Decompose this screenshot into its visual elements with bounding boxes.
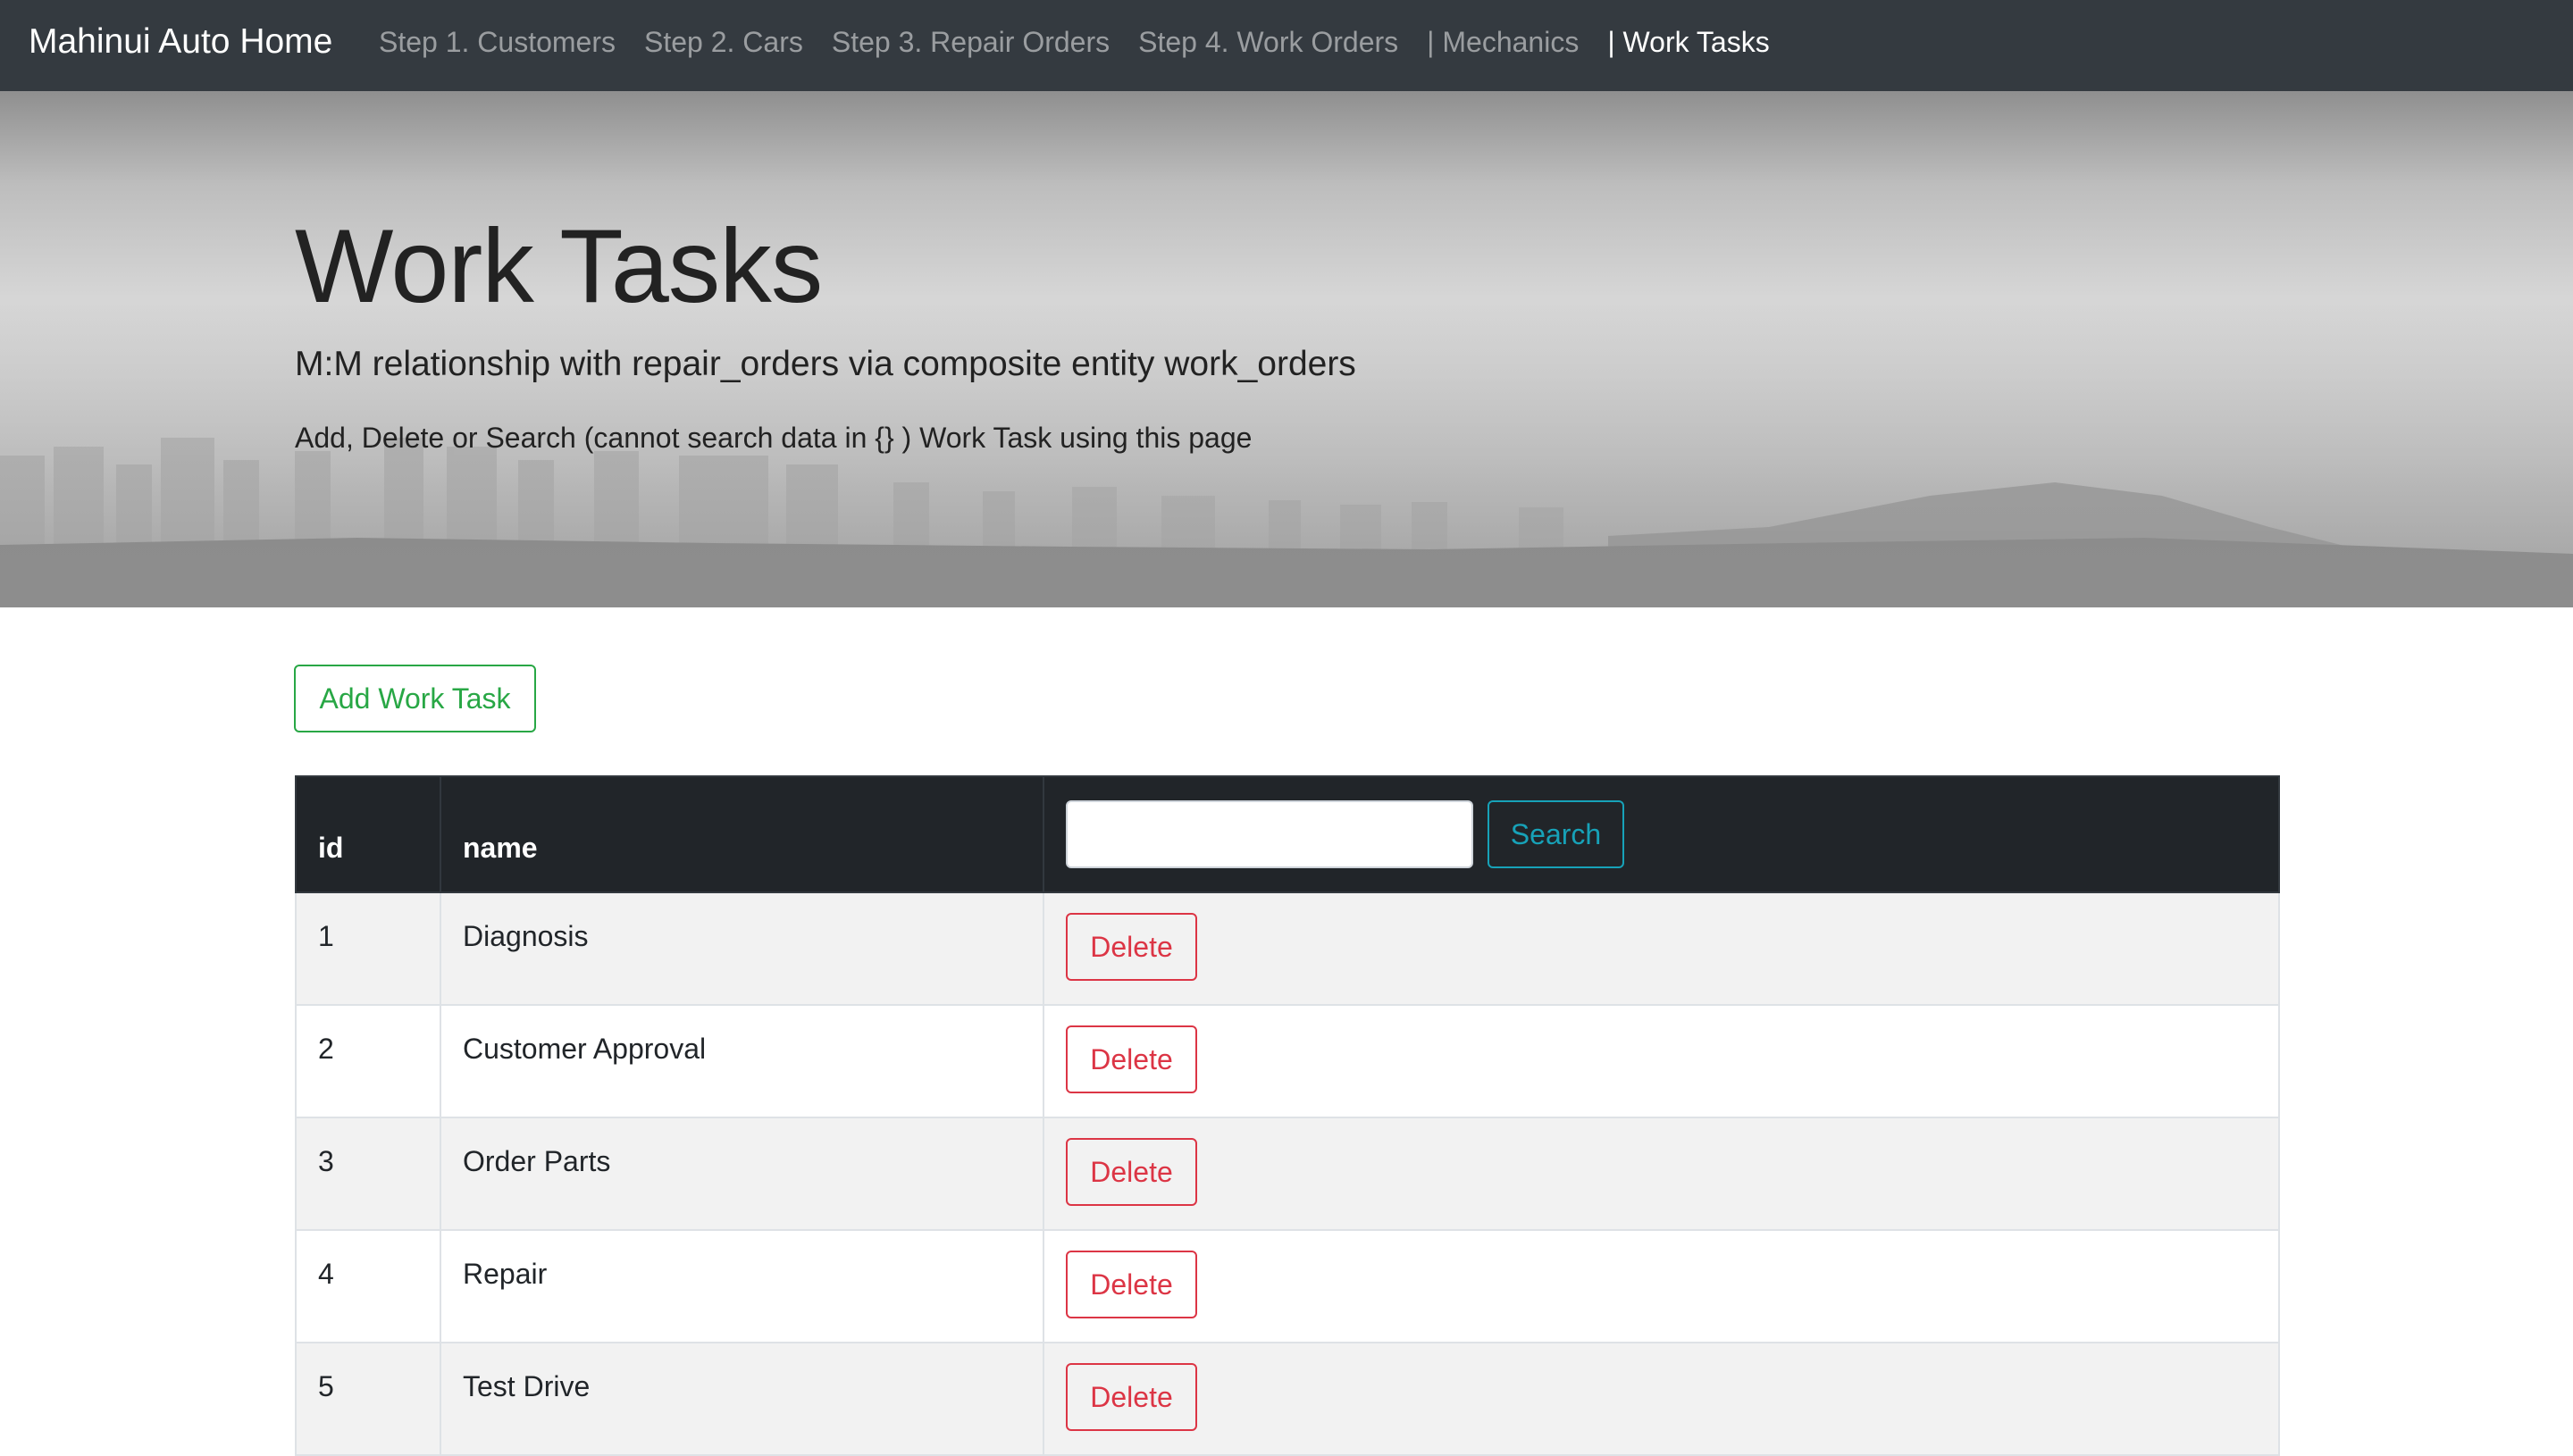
nav-link-repair-orders[interactable]: Step 3. Repair Orders (832, 0, 1110, 84)
cell-id: 5 (295, 1342, 441, 1456)
cell-name: Customer Approval (440, 1004, 1044, 1118)
nav-link-cars[interactable]: Step 2. Cars (644, 0, 803, 84)
cell-actions: Delete (1043, 1342, 2280, 1456)
nav-links: Step 1. Customers Step 2. Cars Step 3. R… (379, 0, 1798, 84)
cell-id: 2 (295, 1004, 441, 1118)
cell-actions: Delete (1043, 1117, 2280, 1231)
table-row: 2 Customer Approval Delete (295, 1004, 2280, 1118)
table-header-row: id name Search (295, 775, 2280, 893)
page-instructions: Add, Delete or Search (cannot search dat… (295, 422, 1253, 454)
cell-id: 3 (295, 1117, 441, 1231)
table-row: 5 Test Drive Delete (295, 1342, 2280, 1456)
page-subtitle: M:M relationship with repair_orders via … (295, 345, 1356, 383)
delete-button[interactable]: Delete (1066, 1363, 1197, 1431)
delete-button[interactable]: Delete (1066, 1138, 1197, 1206)
cell-actions: Delete (1043, 891, 2280, 1006)
cell-name: Repair (440, 1229, 1044, 1343)
page-title: Work Tasks (295, 207, 823, 324)
hero-jumbotron: Work Tasks M:M relationship with repair_… (0, 91, 2573, 607)
search-button[interactable]: Search (1488, 800, 1624, 868)
cell-name: Test Drive (440, 1342, 1044, 1456)
nav-link-work-orders[interactable]: Step 4. Work Orders (1138, 0, 1398, 84)
delete-button[interactable]: Delete (1066, 913, 1197, 981)
delete-button[interactable]: Delete (1066, 1251, 1197, 1318)
search-form: Search (1066, 800, 2257, 868)
work-tasks-table: id name Search 1 Diagnosis Delete 2 Cust… (295, 775, 2280, 1456)
top-navbar: Mahinui Auto Home Step 1. Customers Step… (0, 0, 2573, 91)
table-row: 4 Repair Delete (295, 1229, 2280, 1343)
column-header-id: id (295, 775, 441, 893)
nav-link-mechanics[interactable]: | Mechanics (1427, 0, 1579, 84)
work-tasks-table-container: id name Search 1 Diagnosis Delete 2 Cust… (295, 775, 2280, 1456)
table-row: 1 Diagnosis Delete (295, 891, 2280, 1006)
cell-id: 4 (295, 1229, 441, 1343)
column-header-search: Search (1043, 775, 2280, 893)
nav-link-customers[interactable]: Step 1. Customers (379, 0, 616, 84)
brand-link[interactable]: Mahinui Auto Home (29, 0, 332, 84)
cell-id: 1 (295, 891, 441, 1006)
search-input[interactable] (1066, 800, 1473, 868)
cell-actions: Delete (1043, 1004, 2280, 1118)
column-header-name: name (440, 775, 1044, 893)
cell-name: Diagnosis (440, 891, 1044, 1006)
delete-button[interactable]: Delete (1066, 1025, 1197, 1093)
nav-link-work-tasks[interactable]: | Work Tasks (1607, 0, 1769, 84)
cell-name: Order Parts (440, 1117, 1044, 1231)
table-row: 3 Order Parts Delete (295, 1117, 2280, 1231)
cell-actions: Delete (1043, 1229, 2280, 1343)
add-work-task-button[interactable]: Add Work Task (294, 665, 536, 732)
